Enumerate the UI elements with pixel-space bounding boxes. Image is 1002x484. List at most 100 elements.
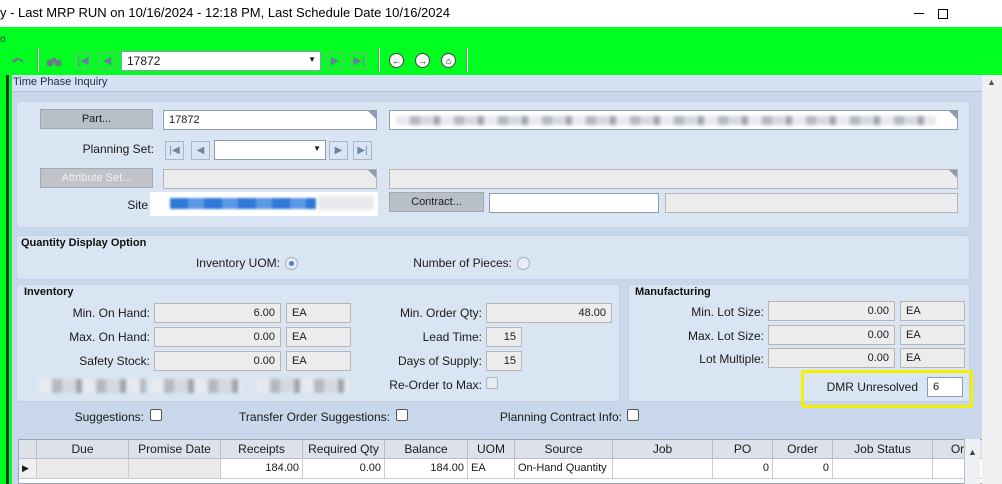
redacted-description xyxy=(396,116,936,125)
grid-row-header-corner xyxy=(19,440,37,459)
cell-po[interactable]: 0 xyxy=(713,459,773,479)
column-header-order[interactable]: Order xyxy=(773,440,833,459)
column-header-job-status[interactable]: Job Status xyxy=(833,440,933,459)
contract-button[interactable]: Contract... xyxy=(389,192,484,212)
planning-set-next-icon[interactable]: ▶ xyxy=(329,141,348,160)
planning-set-first-icon[interactable]: |◀ xyxy=(165,141,184,160)
column-header-balance[interactable]: Balance xyxy=(385,440,468,459)
part-button[interactable]: Part... xyxy=(40,109,153,129)
planning-set-last-icon[interactable]: ▶| xyxy=(353,141,372,160)
planning-contract-info-label: Planning Contract Info: xyxy=(499,410,622,424)
lot-multiple-uom: EA xyxy=(900,348,965,368)
cell-job-status[interactable] xyxy=(833,459,933,479)
max-lot-size-field[interactable]: 0.00 xyxy=(768,325,895,345)
inventory-uom-radio[interactable] xyxy=(285,257,298,270)
form-vertical-scrollbar[interactable]: ▲ xyxy=(982,75,1002,484)
scroll-up-arrow-icon[interactable]: ▲ xyxy=(987,77,996,87)
max-lot-size-uom: EA xyxy=(900,325,965,345)
forward-icon[interactable]: → xyxy=(415,53,430,68)
previous-record-icon[interactable]: ◀ xyxy=(99,52,115,69)
column-header-po[interactable]: PO xyxy=(713,440,773,459)
site-field[interactable] xyxy=(150,192,378,216)
min-lot-size-field[interactable]: 0.00 xyxy=(768,301,895,321)
planning-contract-info-checkbox[interactable] xyxy=(627,409,639,421)
column-header-promise-date[interactable]: Promise Date xyxy=(129,440,221,459)
left-dark-line xyxy=(6,75,9,484)
cell-uom[interactable]: EA xyxy=(468,459,515,479)
grid-vertical-scrollbar[interactable]: ▲ xyxy=(964,439,980,484)
cell-order[interactable]: 0 xyxy=(773,459,833,479)
time-phase-grid[interactable]: Due Promise Date Receipts Required Qty B… xyxy=(18,439,998,484)
column-header-receipts[interactable]: Receipts xyxy=(221,440,303,459)
reorder-to-max-label: Re-Order to Max: xyxy=(389,378,482,392)
part-field[interactable]: 17872 xyxy=(163,110,377,130)
number-of-pieces-radio[interactable] xyxy=(517,257,530,270)
column-header-uom[interactable]: UOM xyxy=(468,440,515,459)
column-header-job[interactable]: Job xyxy=(613,440,713,459)
cell-balance[interactable]: 184.00 xyxy=(385,459,468,479)
suggestions-label: Suggestions: xyxy=(74,410,144,424)
min-order-qty-field[interactable]: 48.00 xyxy=(486,303,612,323)
cell-required-qty[interactable]: 0.00 xyxy=(303,459,385,479)
part-description-field[interactable] xyxy=(389,110,958,130)
planning-set-select[interactable]: ▼ xyxy=(214,140,326,160)
cell-job[interactable] xyxy=(613,459,713,479)
days-of-supply-field[interactable]: 15 xyxy=(486,351,522,371)
cell-receipts[interactable]: 184.00 xyxy=(221,459,303,479)
planning-set-previous-icon[interactable]: ◀ xyxy=(191,141,210,160)
cell-promise-date[interactable] xyxy=(129,459,221,479)
maximize-button[interactable] xyxy=(920,0,966,27)
attribute-description-field[interactable] xyxy=(389,169,958,189)
undo-icon[interactable] xyxy=(10,52,26,69)
redacted-site xyxy=(170,198,316,209)
maximize-icon xyxy=(938,8,948,19)
binoculars-icon[interactable] xyxy=(46,52,62,69)
quantity-display-title: Quantity Display Option xyxy=(21,237,147,249)
contract-description-field[interactable] xyxy=(665,193,958,213)
window-title: y - Last MRP RUN on 10/16/2024 - 12:18 P… xyxy=(0,5,450,20)
inventory-uom-label: Inventory UOM: xyxy=(195,256,280,270)
column-header-source[interactable]: Source xyxy=(515,440,613,459)
toolbar-separator xyxy=(37,48,39,72)
form-title-bar: Time Phase Inquiry xyxy=(12,75,1002,92)
lot-multiple-label: Lot Multiple: xyxy=(699,352,764,366)
lot-multiple-field[interactable]: 0.00 xyxy=(768,348,895,368)
min-on-hand-label: Min. On Hand: xyxy=(72,306,150,320)
max-on-hand-field[interactable]: 0.00 xyxy=(154,327,281,347)
scroll-up-icon[interactable]: ▲ xyxy=(968,447,977,457)
cell-due[interactable] xyxy=(37,459,129,479)
suggestions-checkbox[interactable] xyxy=(150,409,162,421)
safety-stock-label: Safety Stock: xyxy=(79,354,150,368)
min-on-hand-field[interactable]: 6.00 xyxy=(154,303,281,323)
min-lot-size-uom: EA xyxy=(900,301,965,321)
attribute-set-field[interactable] xyxy=(163,169,377,189)
column-header-due[interactable]: Due xyxy=(37,440,129,459)
reorder-to-max-checkbox[interactable] xyxy=(486,377,498,389)
undo-arrow-icon xyxy=(12,57,24,63)
dmr-highlight-box xyxy=(801,370,973,408)
next-record-icon[interactable]: ▶ xyxy=(327,52,343,69)
lead-time-label: Lead Time: xyxy=(422,330,482,344)
toolbar-separator xyxy=(466,48,468,72)
min-lot-size-label: Min. Lot Size: xyxy=(691,305,764,319)
max-on-hand-uom: EA xyxy=(286,327,351,347)
back-icon[interactable]: ← xyxy=(389,53,404,68)
first-record-icon[interactable]: |◀ xyxy=(75,52,91,69)
site-label: Site xyxy=(127,198,148,212)
column-header-required-qty[interactable]: Required Qty xyxy=(303,440,385,459)
transfer-order-suggestions-checkbox[interactable] xyxy=(396,409,408,421)
last-record-icon[interactable]: ▶| xyxy=(351,52,367,69)
planning-set-label: Planning Set: xyxy=(82,142,154,156)
manufacturing-title: Manufacturing xyxy=(635,286,711,298)
chevron-down-icon: ▼ xyxy=(313,144,321,153)
title-bar: y - Last MRP RUN on 10/16/2024 - 12:18 P… xyxy=(0,0,1002,27)
safety-stock-field[interactable]: 0.00 xyxy=(154,351,281,371)
inventory-title: Inventory xyxy=(24,286,74,298)
attribute-set-button[interactable]: Attribute Set... xyxy=(40,168,153,188)
home-icon[interactable]: ⌂ xyxy=(441,53,456,68)
cell-source[interactable]: On-Hand Quantity xyxy=(515,459,613,479)
contract-field[interactable] xyxy=(489,193,659,213)
part-combo[interactable]: 17872 ▼ xyxy=(121,51,321,71)
max-on-hand-label: Max. On Hand: xyxy=(69,330,150,344)
lead-time-field[interactable]: 15 xyxy=(486,327,522,347)
